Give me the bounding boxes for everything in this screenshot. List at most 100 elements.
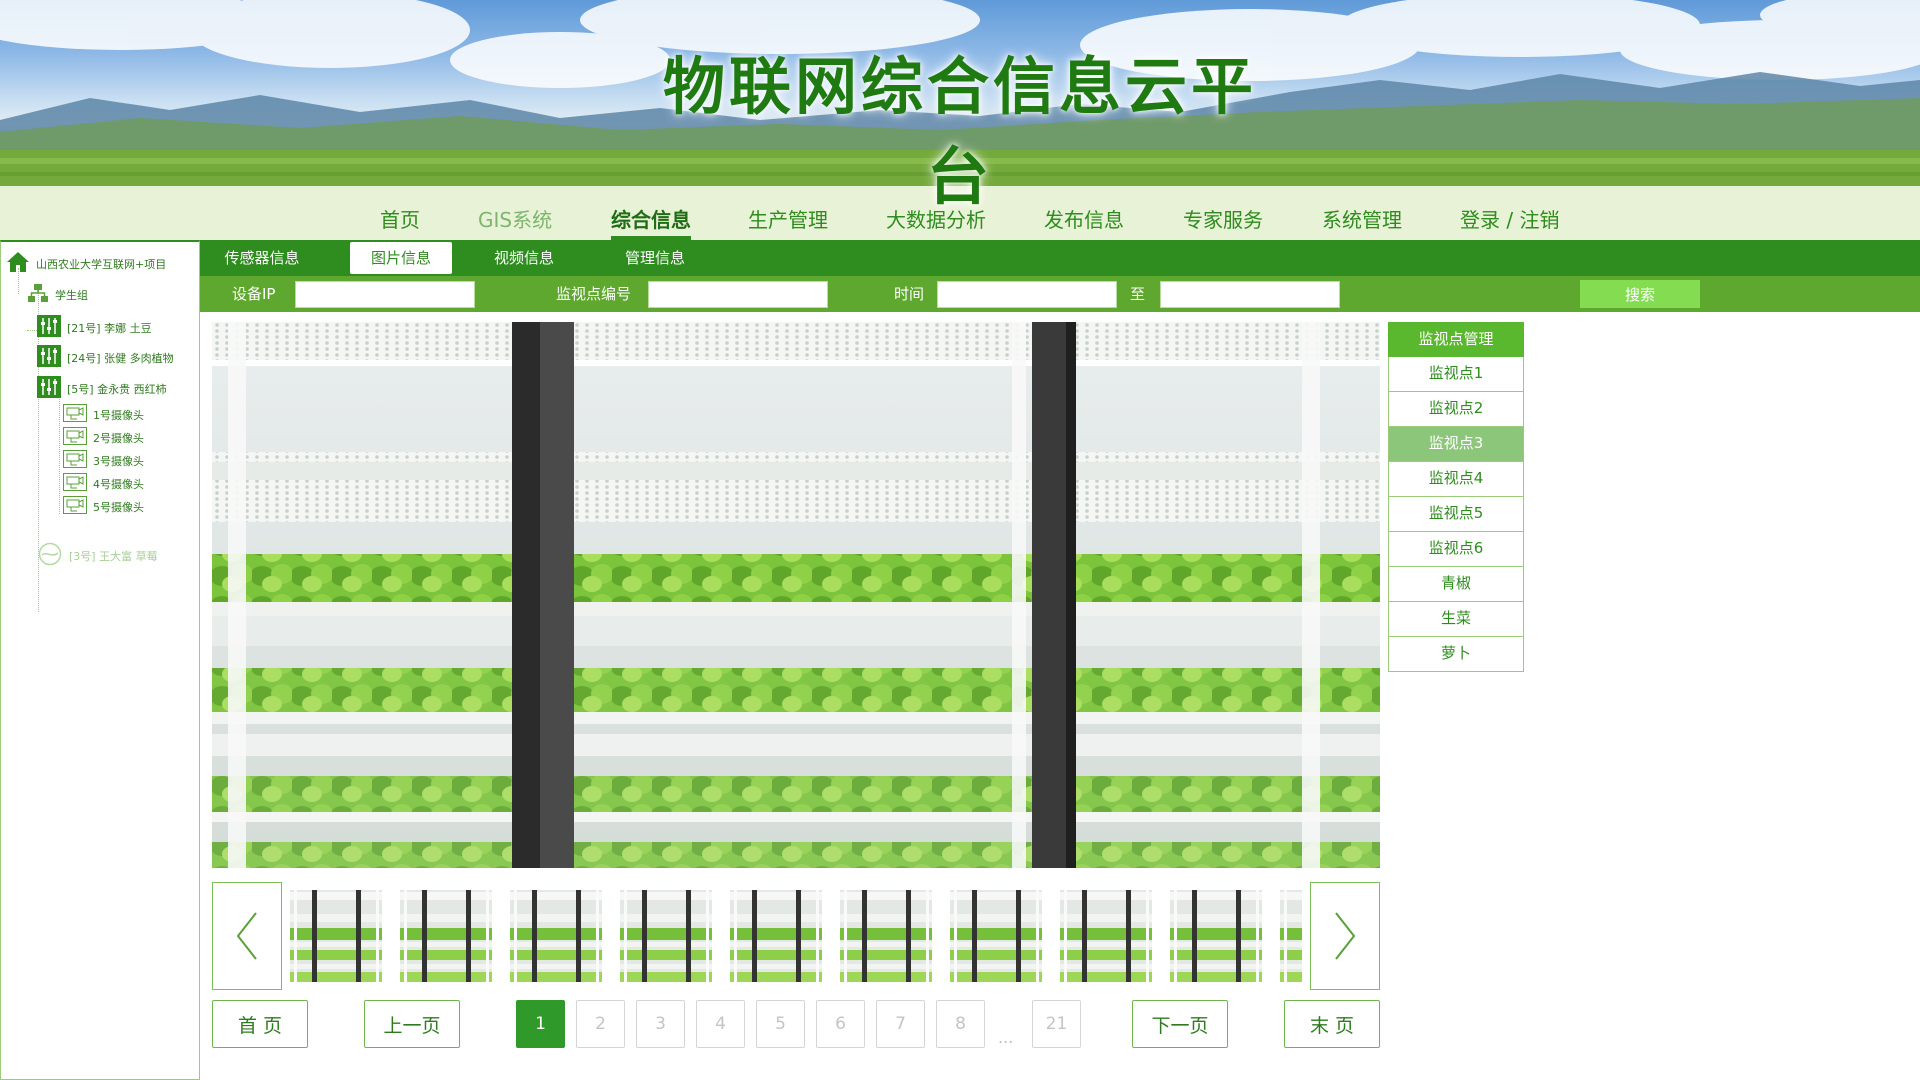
nav-comprehensive-info[interactable]: 综合信息: [611, 204, 691, 240]
offline-device-icon: [37, 542, 63, 569]
device-ip-label: 设备IP: [232, 285, 276, 303]
monitor-item-selected[interactable]: 监视点3: [1388, 427, 1524, 462]
time-from-input[interactable]: [937, 281, 1117, 308]
home-icon: [6, 250, 30, 277]
monitor-no-input[interactable]: [648, 281, 828, 308]
thumbnail-image[interactable]: [1280, 890, 1302, 982]
tree-connector: [27, 330, 37, 331]
page-5-button[interactable]: 5: [756, 1000, 805, 1048]
camera-icon: [63, 473, 87, 494]
device-tree-sidebar: 山西农业大学互联网+项目 学生组 [21号] 李娜 土豆 [24号] 张健 多肉…: [0, 240, 200, 1080]
tree-camera-2[interactable]: 2号摄像头: [63, 427, 144, 448]
nav-big-data[interactable]: 大数据分析: [886, 204, 986, 236]
search-button[interactable]: 搜索: [1580, 280, 1700, 308]
page-8-button[interactable]: 8: [936, 1000, 985, 1048]
tree-camera-5[interactable]: 5号摄像头: [63, 496, 144, 517]
thumbnail-strip: [290, 890, 1302, 982]
nav-home[interactable]: 首页: [380, 204, 420, 236]
thumbnail-image[interactable]: [840, 890, 932, 982]
nav-login-logout[interactable]: 登录 / 注销: [1460, 204, 1559, 236]
tree-root[interactable]: 山西农业大学互联网+项目: [6, 250, 166, 277]
tree-camera-label: 1号摄像头: [93, 408, 144, 422]
tree-camera-label: 3号摄像头: [93, 454, 144, 468]
prev-page-button[interactable]: 上一页: [364, 1000, 460, 1048]
camera-icon: [63, 450, 87, 471]
tree-device-label: [5号] 金永贵 西红柿: [67, 382, 167, 396]
monitor-item[interactable]: 监视点6: [1388, 532, 1524, 567]
thumbnail-image[interactable]: [510, 890, 602, 982]
monitor-item[interactable]: 监视点4: [1388, 462, 1524, 497]
nav-production[interactable]: 生产管理: [748, 204, 828, 236]
sensor-panel-icon: [37, 315, 61, 340]
thumbnail-image[interactable]: [1170, 890, 1262, 982]
monitor-item[interactable]: 生菜: [1388, 602, 1524, 637]
thumbnail-image[interactable]: [730, 890, 822, 982]
first-page-button[interactable]: 首 页: [212, 1000, 308, 1048]
tree-device-3-offline[interactable]: [3号] 王大富 草莓: [37, 542, 158, 569]
nav-publish[interactable]: 发布信息: [1044, 204, 1124, 236]
next-page-button[interactable]: 下一页: [1132, 1000, 1228, 1048]
tree-device-21[interactable]: [21号] 李娜 土豆: [37, 315, 152, 340]
page-3-button[interactable]: 3: [636, 1000, 685, 1048]
tree-group-label: 学生组: [55, 288, 88, 302]
page-1-button[interactable]: 1: [516, 1000, 565, 1048]
monitor-list-header[interactable]: 监视点管理: [1388, 322, 1524, 357]
monitor-point-list: 监视点管理 监视点1 监视点2 监视点3 监视点4 监视点5 监视点6 青椒 生…: [1388, 322, 1524, 672]
main-monitor-image: [212, 322, 1380, 868]
tree-device-label: [3号] 王大富 草莓: [69, 549, 158, 563]
carousel-next-button[interactable]: [1310, 882, 1380, 990]
monitor-item[interactable]: 监视点5: [1388, 497, 1524, 532]
tree-camera-1[interactable]: 1号摄像头: [63, 404, 144, 425]
site-title: 物联网综合信息云平台: [662, 50, 1257, 213]
camera-icon: [63, 404, 87, 425]
monitor-item[interactable]: 监视点2: [1388, 392, 1524, 427]
tree-group[interactable]: 学生组: [27, 283, 88, 306]
page-4-button[interactable]: 4: [696, 1000, 745, 1048]
tree-camera-label: 5号摄像头: [93, 500, 144, 514]
filter-bar: 设备IP 监视点编号 时间 至 搜索: [200, 276, 1920, 312]
grow-rack-photo: [212, 322, 1380, 868]
tree-device-24[interactable]: [24号] 张健 多肉植物: [37, 345, 174, 370]
tree-device-label: [21号] 李娜 土豆: [67, 321, 152, 335]
thumbnail-image[interactable]: [1060, 890, 1152, 982]
page-6-button[interactable]: 6: [816, 1000, 865, 1048]
sensor-panel-icon: [37, 345, 61, 370]
header-banner: 物联网综合信息云平台 首页 GIS系统 综合信息 生产管理 大数据分析 发布信息…: [0, 0, 1920, 240]
page-7-button[interactable]: 7: [876, 1000, 925, 1048]
time-to-label: 至: [1130, 285, 1146, 303]
monitor-item[interactable]: 青椒: [1388, 567, 1524, 602]
device-ip-input[interactable]: [295, 281, 475, 308]
nav-expert[interactable]: 专家服务: [1183, 204, 1263, 236]
pagination: 首 页 上一页 1 2 3 4 5 6 7 8 ... 21 下一页 末 页: [212, 1000, 1380, 1050]
monitor-item[interactable]: 萝卜: [1388, 637, 1524, 672]
tree-camera-4[interactable]: 4号摄像头: [63, 473, 144, 494]
thumbnail-image[interactable]: [620, 890, 712, 982]
main-nav: 首页 GIS系统 综合信息 生产管理 大数据分析 发布信息 专家服务 系统管理 …: [0, 196, 1920, 240]
thumbnail-carousel: [212, 882, 1380, 990]
tab-sensor-info[interactable]: 传感器信息: [212, 242, 312, 274]
tree-camera-label: 2号摄像头: [93, 431, 144, 445]
time-label: 时间: [894, 285, 925, 303]
carousel-prev-button[interactable]: [212, 882, 282, 990]
tree-device-label: [24号] 张健 多肉植物: [67, 351, 174, 365]
nav-system[interactable]: 系统管理: [1322, 204, 1402, 236]
nav-gis[interactable]: GIS系统: [478, 204, 552, 236]
tab-management-info[interactable]: 管理信息: [605, 242, 705, 274]
thumbnail-image[interactable]: [290, 890, 382, 982]
tab-video-info[interactable]: 视频信息: [474, 242, 574, 274]
info-subnav: 传感器信息 图片信息 视频信息 管理信息: [200, 240, 1920, 276]
chevron-right-icon: [1335, 912, 1356, 960]
page-2-button[interactable]: 2: [576, 1000, 625, 1048]
thumbnail-image[interactable]: [400, 890, 492, 982]
thumbnail-image[interactable]: [950, 890, 1042, 982]
tree-connector: [59, 388, 60, 514]
org-chart-icon: [27, 283, 49, 306]
pagination-ellipsis: ...: [998, 1028, 1014, 1047]
last-page-button[interactable]: 末 页: [1284, 1000, 1380, 1048]
tab-image-info[interactable]: 图片信息: [350, 242, 452, 274]
tree-camera-3[interactable]: 3号摄像头: [63, 450, 144, 471]
time-to-input[interactable]: [1160, 281, 1340, 308]
tree-device-5[interactable]: [5号] 金永贵 西红柿: [37, 376, 167, 401]
monitor-item[interactable]: 监视点1: [1388, 357, 1524, 392]
page-last-number-button[interactable]: 21: [1032, 1000, 1081, 1048]
